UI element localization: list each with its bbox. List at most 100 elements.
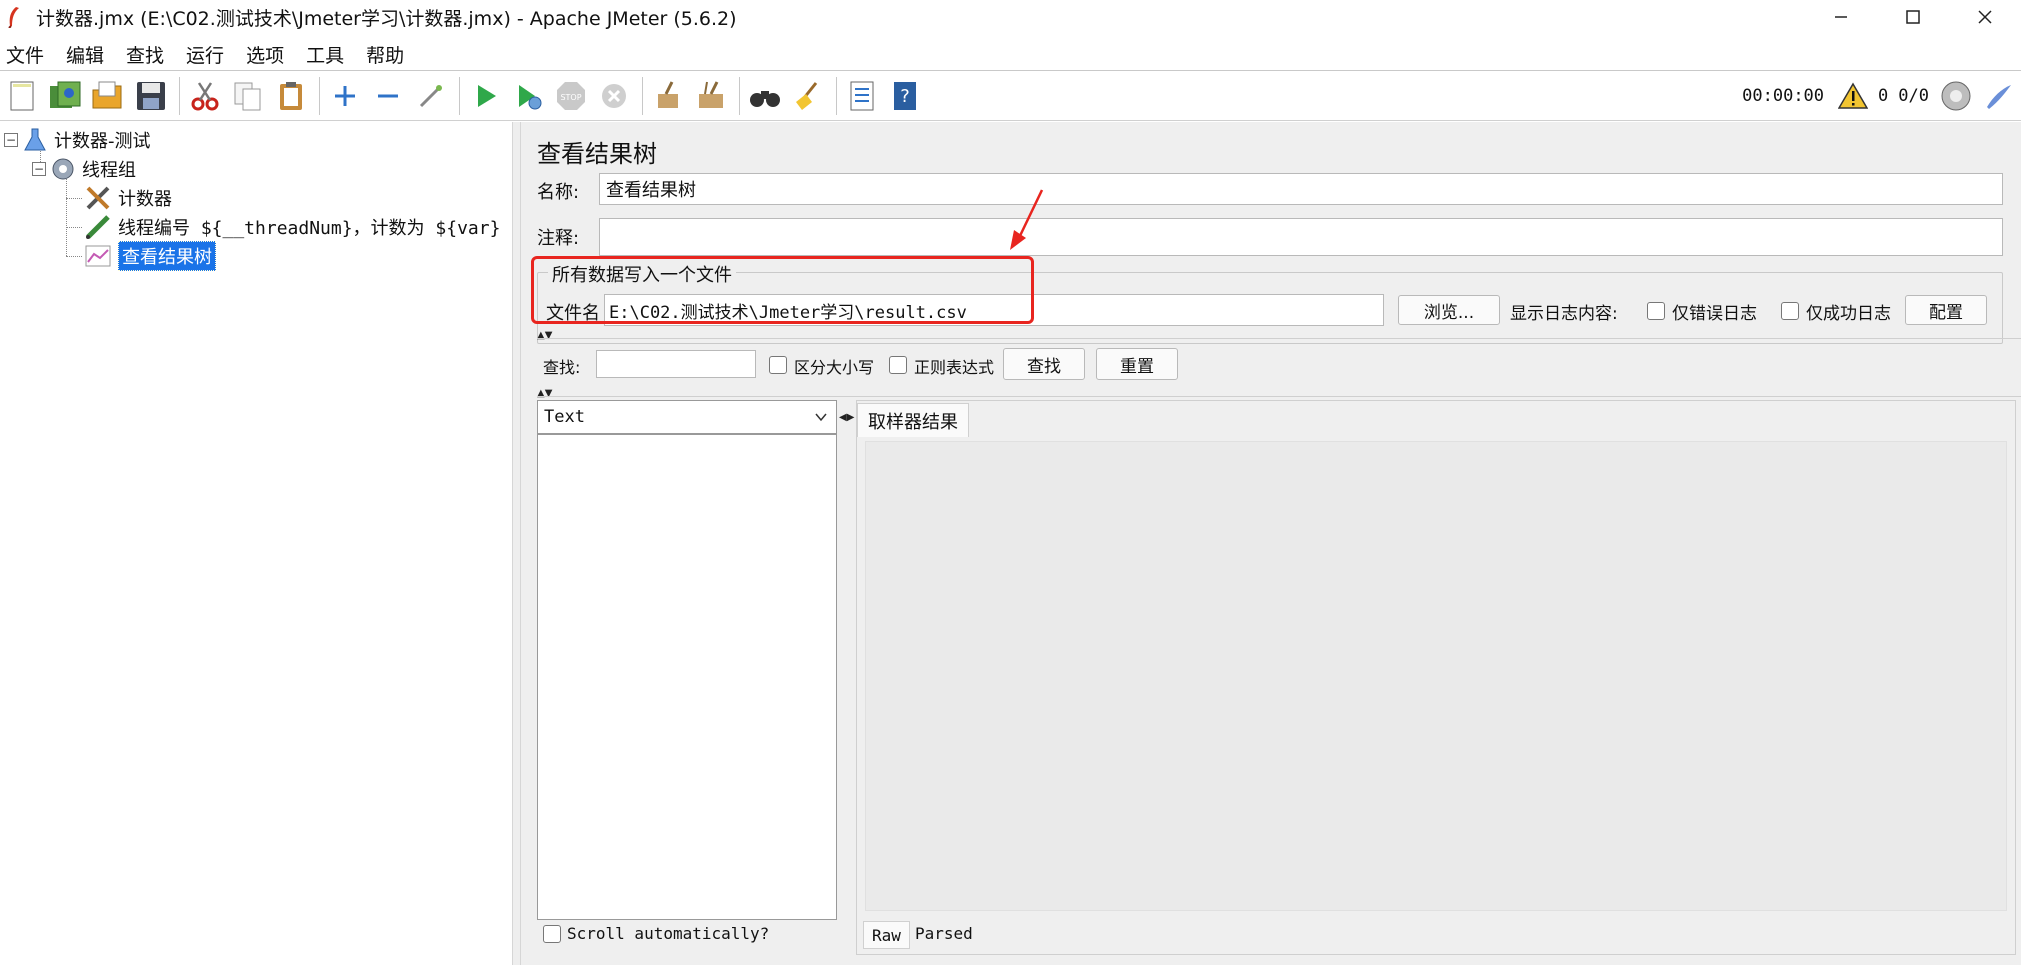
binoculars-icon [750,91,780,107]
menu-tools[interactable]: 工具 [300,41,354,68]
help-book-icon: ? [894,82,916,110]
expand-all-button[interactable] [325,76,365,116]
errors-only-label: 仅错误日志 [1672,304,1757,324]
list-icon [850,81,874,111]
menu-bar: 文件 编辑 查找 运行 选项 工具 帮助 [0,38,2021,70]
menu-run[interactable]: 运行 [180,41,234,68]
split-collapse-arrows[interactable]: ▲▼ [537,330,552,341]
tab-sampler-result[interactable]: 取样器结果 [857,403,969,437]
tree-panel-splitter[interactable] [512,122,521,965]
section-divider [537,338,2021,339]
toolbar-separator [179,77,180,115]
toolbar-separator [459,77,460,115]
title-bar: 计数器.jmx (E:\C02.测试技术\Jmeter学习\计数器.jmx) -… [0,0,2021,34]
toggle-wand-icon [419,85,442,108]
clear-all-broom-icon [699,81,723,108]
chevron-down-icon [815,413,827,422]
shutdown-icon [602,84,626,108]
svg-text:STOP: STOP [560,93,581,102]
menu-edit[interactable]: 编辑 [60,41,114,68]
menu-search[interactable]: 查找 [120,41,174,68]
comment-input[interactable] [599,218,2003,256]
tree-node-label: 计数器 [118,189,172,210]
warning-icon[interactable] [1838,82,1869,110]
clear-all-button[interactable] [691,76,731,116]
start-no-pauses-button[interactable] [508,76,548,116]
collapse-all-button[interactable] [368,76,408,116]
tab-label: Parsed [915,923,973,943]
case-sensitive-checkbox[interactable] [769,356,787,374]
toolbar-separator [836,77,837,115]
name-label: 名称: [537,182,580,203]
save-button[interactable] [131,76,171,116]
stop-button[interactable]: STOP [551,76,591,116]
search-label: 查找: [543,358,581,377]
renderer-select-value: Text [544,407,585,427]
elapsed-timer: 00:00:00 [1742,86,1825,106]
tree-node-counter[interactable]: 计数器 [84,184,172,212]
new-button[interactable] [2,76,42,116]
stop-icon: STOP [557,82,585,110]
browse-button[interactable]: 浏览... [1398,295,1500,325]
paste-clipboard-icon [280,82,302,110]
split-collapse-arrows[interactable]: ◀▶ [839,412,854,423]
tab-parsed[interactable]: Parsed [907,919,981,947]
close-button[interactable] [1949,0,2021,34]
listener-chart-icon [85,245,111,267]
split-collapse-arrows[interactable]: ▲▼ [537,388,552,399]
paste-button[interactable] [271,76,311,116]
tab-label: 取样器结果 [868,411,958,433]
filename-input[interactable]: E:\C02.测试技术\Jmeter学习\result.csv [604,294,1384,326]
maximize-icon [1906,10,1920,24]
start-button[interactable] [465,76,505,116]
templates-button[interactable] [45,76,85,116]
view-results-tree-panel: 查看结果树 名称: 查看结果树 注释: 所有数据写入一个文件 文件名 E:\C0… [521,122,2021,965]
configure-button[interactable]: 配置 [1905,295,1987,325]
tree-node-sampler[interactable]: 线程编号 ${__threadNum}，计数为 ${var} [84,213,500,241]
sampler-result-content [865,441,2007,911]
regex-checkbox[interactable] [889,356,907,374]
config-tools-icon [86,186,110,210]
search-button[interactable] [745,76,785,116]
menu-file[interactable]: 文件 [0,41,54,68]
clear-broom-icon [658,81,678,108]
tree-node-view-results-tree[interactable]: 查看结果树 [84,241,216,271]
renderer-select[interactable]: Text [537,400,837,434]
tab-raw[interactable]: Raw [863,921,910,949]
sample-result-list[interactable] [537,434,837,920]
test-plan-tree: − 计数器-测试 − 线程组 计数器 线程编号 ${__threadNum}，计… [0,122,512,965]
menu-help[interactable]: 帮助 [360,41,414,68]
maximize-button[interactable] [1877,0,1949,34]
toolbar-separator [642,77,643,115]
help-button[interactable]: ? [885,76,925,116]
collapse-toggle-icon[interactable]: − [4,133,18,147]
clear-button[interactable] [648,76,688,116]
cut-button[interactable] [185,76,225,116]
copy-icon [234,82,261,111]
copy-button[interactable] [228,76,268,116]
tree-connector [66,198,82,199]
errors-only-checkbox[interactable] [1647,302,1665,320]
tree-node-thread-group[interactable]: − 线程组 [32,155,136,183]
reset-search-button[interactable] [788,76,828,116]
collapse-toggle-icon[interactable]: − [32,162,46,176]
tab-label: Raw [872,925,901,945]
shutdown-button[interactable] [594,76,634,116]
section-divider [537,396,2021,397]
function-helper-button[interactable] [842,76,882,116]
find-button[interactable]: 查找 [1003,348,1085,380]
search-input[interactable] [596,350,756,378]
name-input[interactable]: 查看结果树 [599,173,2003,205]
reset-button[interactable]: 重置 [1096,348,1178,380]
tree-node-label: 线程组 [82,160,136,181]
scroll-automatically-checkbox[interactable] [543,925,561,943]
open-button[interactable] [88,76,128,116]
test-plan-flask-icon [24,128,46,151]
success-only-checkbox[interactable] [1781,302,1799,320]
log-viewer-icon[interactable] [1983,81,2013,111]
tree-node-test-plan[interactable]: − 计数器-测试 [4,126,151,154]
menu-options[interactable]: 选项 [240,41,294,68]
toggle-button[interactable] [411,76,451,116]
remote-status-icon [1941,81,1971,111]
minimize-button[interactable] [1805,0,1877,34]
